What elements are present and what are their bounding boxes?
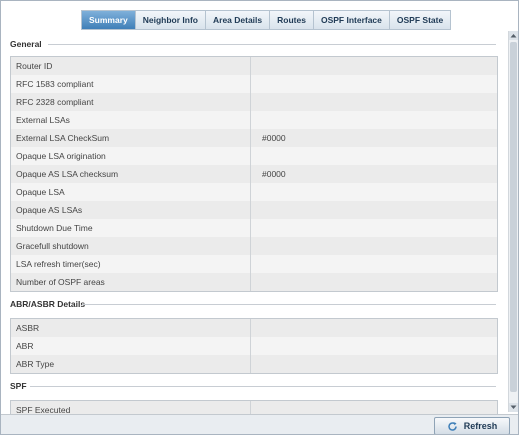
- section-abr-asbr: ABR/ASBR Details: [10, 299, 496, 309]
- row-value: [251, 273, 497, 291]
- table-row: Gracefull shutdown: [11, 237, 497, 255]
- table-row: Opaque AS LSA checksum #0000: [11, 165, 497, 183]
- row-value: [251, 147, 497, 165]
- scroll-up-button[interactable]: [509, 31, 518, 40]
- row-label: Gracefull shutdown: [11, 237, 251, 255]
- table-row: Router ID: [11, 57, 497, 75]
- table-row: RFC 1583 compliant: [11, 75, 497, 93]
- table-row: ASBR: [11, 319, 497, 337]
- scroll-down-button[interactable]: [509, 403, 518, 412]
- row-label: External LSAs: [11, 111, 251, 129]
- row-label: Opaque LSA origination: [11, 147, 251, 165]
- row-label: Opaque AS LSA checksum: [11, 165, 251, 183]
- table-row: Number of OSPF areas: [11, 273, 497, 291]
- section-divider: [48, 44, 496, 45]
- table-row: SPF Executed: [11, 401, 497, 414]
- ospf-summary-panel: Summary Neighbor Info Area Details Route…: [0, 0, 519, 435]
- row-value: [251, 319, 497, 337]
- row-label: ASBR: [11, 319, 251, 337]
- table-row: Opaque LSA origination: [11, 147, 497, 165]
- scroll-thumb[interactable]: [510, 42, 517, 392]
- table-row: Opaque LSA: [11, 183, 497, 201]
- row-value: [251, 255, 497, 273]
- row-label: External LSA CheckSum: [11, 129, 251, 147]
- row-value: [251, 57, 497, 75]
- table-row: ABR: [11, 337, 497, 355]
- refresh-icon: [447, 421, 458, 432]
- row-value: [251, 75, 497, 93]
- chevron-down-icon: [510, 405, 517, 409]
- section-abr-asbr-title: ABR/ASBR Details: [10, 299, 86, 309]
- section-general-title: General: [10, 39, 42, 49]
- row-label: ABR Type: [11, 355, 251, 373]
- tab-neighbor-info[interactable]: Neighbor Info: [136, 11, 206, 29]
- table-row: External LSAs: [11, 111, 497, 129]
- vertical-scrollbar[interactable]: [508, 31, 518, 412]
- row-value: [251, 183, 497, 201]
- section-spf-title: SPF: [10, 381, 27, 391]
- table-row: ABR Type: [11, 355, 497, 373]
- abr-table: ASBR ABR ABR Type: [10, 318, 498, 374]
- row-value: [251, 93, 497, 111]
- tab-ospf-state[interactable]: OSPF State: [390, 11, 450, 29]
- row-label: LSA refresh timer(sec): [11, 255, 251, 273]
- table-row: LSA refresh timer(sec): [11, 255, 497, 273]
- scroll-content: General Router ID RFC 1583 compliant RFC…: [1, 31, 507, 414]
- spf-table: SPF Executed: [10, 400, 498, 414]
- chevron-up-icon: [510, 34, 517, 38]
- row-value: [251, 401, 497, 414]
- tab-summary[interactable]: Summary: [82, 11, 136, 29]
- table-row: External LSA CheckSum #0000: [11, 129, 497, 147]
- section-divider: [82, 304, 496, 305]
- row-value: [251, 219, 497, 237]
- tab-ospf-interface[interactable]: OSPF Interface: [314, 11, 390, 29]
- row-value: #0000: [251, 129, 497, 147]
- row-value: [251, 355, 497, 373]
- row-label: Number of OSPF areas: [11, 273, 251, 291]
- row-label: ABR: [11, 337, 251, 355]
- footer-bar: Refresh: [1, 414, 518, 434]
- refresh-button[interactable]: Refresh: [434, 417, 510, 434]
- table-row: Opaque AS LSAs: [11, 201, 497, 219]
- row-label: Opaque LSA: [11, 183, 251, 201]
- section-spf: SPF: [10, 381, 496, 391]
- row-label: RFC 2328 compliant: [11, 93, 251, 111]
- row-value: [251, 337, 497, 355]
- row-value: [251, 237, 497, 255]
- row-label: Router ID: [11, 57, 251, 75]
- table-row: Shutdown Due Time: [11, 219, 497, 237]
- section-general: General: [10, 39, 496, 49]
- general-table: Router ID RFC 1583 compliant RFC 2328 co…: [10, 56, 498, 292]
- refresh-label: Refresh: [463, 421, 498, 431]
- row-value: [251, 201, 497, 219]
- row-value: #0000: [251, 165, 497, 183]
- tab-routes[interactable]: Routes: [270, 11, 314, 29]
- row-value: [251, 111, 497, 129]
- row-label: SPF Executed: [11, 401, 251, 414]
- table-row: RFC 2328 compliant: [11, 93, 497, 111]
- row-label: Opaque AS LSAs: [11, 201, 251, 219]
- row-label: RFC 1583 compliant: [11, 75, 251, 93]
- tab-area-details[interactable]: Area Details: [206, 11, 271, 29]
- row-label: Shutdown Due Time: [11, 219, 251, 237]
- section-divider: [30, 386, 496, 387]
- tab-bar: Summary Neighbor Info Area Details Route…: [81, 10, 452, 30]
